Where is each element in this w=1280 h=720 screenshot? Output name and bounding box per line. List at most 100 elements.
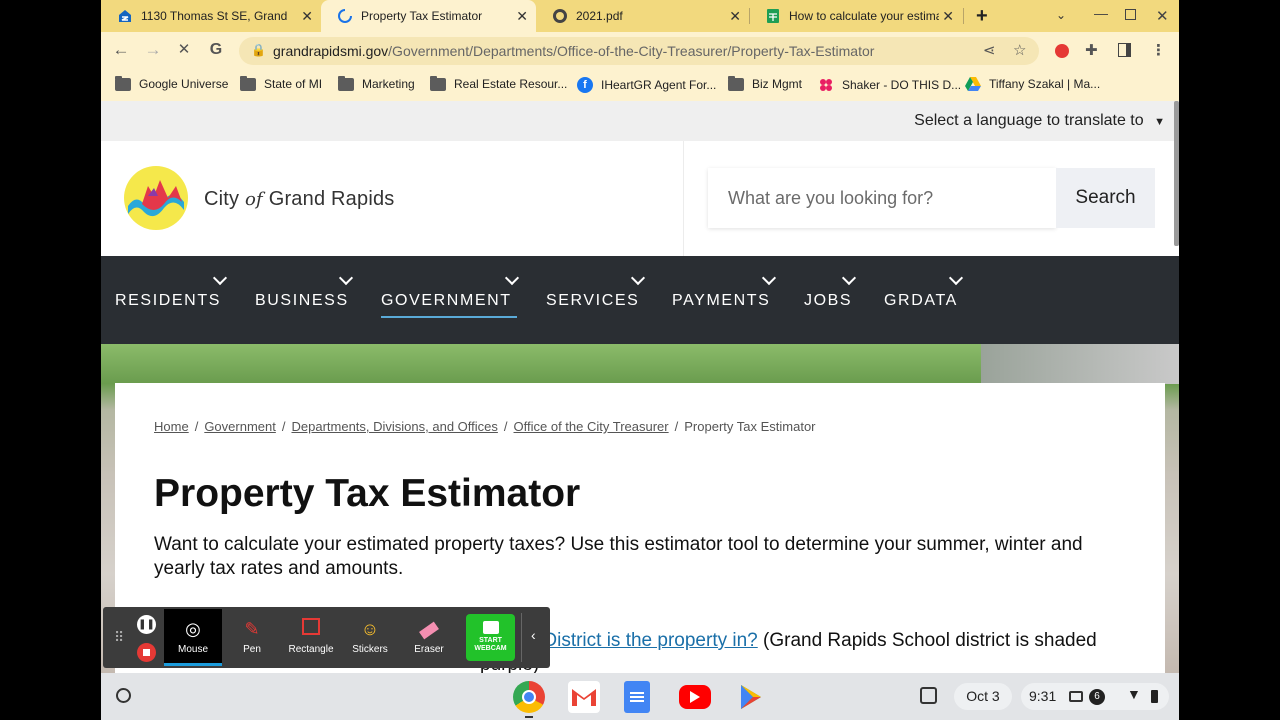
tool-label: Pen bbox=[243, 644, 261, 655]
folder-icon bbox=[240, 75, 256, 91]
tab-strip: 1130 Thomas St SE, Grand Ra ✕ Property T… bbox=[101, 0, 1179, 32]
language-select[interactable]: Select a language to translate to ▼ bbox=[914, 112, 1165, 130]
tool-pen[interactable]: ✎ Pen bbox=[223, 609, 281, 666]
bookmarks-bar: Google Universe State of MI Marketing Re… bbox=[101, 69, 1179, 101]
nav-grdata[interactable]: GRDATA bbox=[884, 292, 958, 310]
collapse-icon[interactable]: ‹ bbox=[531, 627, 536, 643]
close-icon[interactable]: ✕ bbox=[729, 8, 741, 25]
loading-icon bbox=[337, 8, 353, 24]
gmail-app-icon[interactable] bbox=[568, 681, 600, 713]
launcher-icon[interactable] bbox=[116, 688, 131, 703]
search-input[interactable] bbox=[708, 168, 1056, 228]
close-window-icon[interactable]: ✕ bbox=[1156, 7, 1169, 25]
tool-rectangle[interactable]: Rectangle bbox=[282, 609, 340, 666]
chevron-down-icon bbox=[761, 270, 777, 286]
extensions-icon[interactable]: ✚ bbox=[1085, 41, 1098, 59]
city-name[interactable]: City of Grand Rapids bbox=[204, 188, 395, 211]
status-tray[interactable]: 9:31 6 ▼ bbox=[1021, 683, 1169, 710]
docs-app-icon[interactable] bbox=[624, 681, 650, 713]
new-tab-icon[interactable]: + bbox=[976, 5, 988, 28]
nav-services[interactable]: SERVICES bbox=[546, 292, 639, 310]
breadcrumb-home[interactable]: Home bbox=[154, 419, 189, 434]
bookmark-tiffany[interactable]: Tiffany Szakal | Ma... bbox=[965, 77, 1100, 91]
bookmark-shaker[interactable]: Shaker - DO THIS D... bbox=[818, 77, 961, 93]
notification-count: 6 bbox=[1089, 689, 1105, 705]
menu-icon[interactable]: ⋮ bbox=[1151, 41, 1166, 59]
page-title: Property Tax Estimator bbox=[154, 472, 581, 515]
language-bar: Select a language to translate to ▼ bbox=[101, 101, 1179, 141]
bookmark-label: IHeartGR Agent For... bbox=[601, 78, 717, 92]
tab-zillow[interactable]: 1130 Thomas St SE, Grand Ra ✕ bbox=[101, 0, 321, 32]
address-bar[interactable]: 🔒 grandrapidsmi.gov/Government/Departmen… bbox=[239, 37, 1039, 65]
breadcrumb-separator: / bbox=[503, 419, 508, 434]
breadcrumb-government[interactable]: Government bbox=[204, 419, 276, 434]
web-page: Select a language to translate to ▼ City… bbox=[101, 101, 1179, 673]
tab-sheets[interactable]: How to calculate your estima ✕ bbox=[749, 0, 962, 32]
chevron-down-icon bbox=[212, 270, 228, 286]
close-icon[interactable]: ✕ bbox=[516, 8, 528, 25]
sheets-icon bbox=[765, 8, 781, 24]
minimize-icon[interactable]: — bbox=[1094, 5, 1108, 21]
page-intro: Want to calculate your estimated propert… bbox=[154, 534, 1083, 579]
nav-active-indicator bbox=[381, 316, 517, 318]
tab-search-icon[interactable]: ⌄ bbox=[1056, 8, 1066, 22]
bookmark-marketing[interactable]: Marketing bbox=[338, 75, 415, 91]
zillow-icon bbox=[117, 8, 133, 24]
scrollbar-thumb[interactable] bbox=[1174, 101, 1179, 246]
tab-property-tax[interactable]: Property Tax Estimator ✕ bbox=[321, 0, 536, 32]
extension-record-icon[interactable] bbox=[1055, 44, 1069, 58]
play-store-app-icon[interactable] bbox=[735, 681, 767, 713]
nav-jobs[interactable]: JOBS bbox=[804, 292, 852, 310]
share-icon[interactable]: ⋖ bbox=[983, 41, 996, 59]
drag-handle-icon[interactable]: ⠿ bbox=[114, 629, 124, 646]
bookmark-google-universe[interactable]: Google Universe bbox=[115, 75, 229, 91]
city-logo[interactable] bbox=[124, 166, 188, 230]
tool-mouse[interactable]: ◎ Mouse bbox=[164, 609, 222, 666]
bookmark-real-estate[interactable]: Real Estate Resour... bbox=[430, 75, 567, 91]
youtube-app-icon[interactable] bbox=[679, 685, 711, 709]
mouse-icon: ◎ bbox=[185, 619, 201, 639]
tab-pdf[interactable]: 2021.pdf ✕ bbox=[536, 0, 749, 32]
rectangle-icon bbox=[282, 618, 340, 640]
folder-icon bbox=[430, 75, 446, 91]
breadcrumb-separator: / bbox=[674, 419, 679, 434]
nav-residents[interactable]: RESIDENTS bbox=[115, 292, 221, 310]
battery-icon bbox=[1151, 690, 1158, 703]
date-display[interactable]: Oct 3 bbox=[954, 683, 1012, 710]
tool-stickers[interactable]: ☺ Stickers bbox=[341, 609, 399, 666]
webcam-icon bbox=[482, 621, 499, 634]
pen-icon: ✎ bbox=[244, 619, 260, 639]
bookmark-iheartgr[interactable]: f IHeartGR Agent For... bbox=[577, 77, 716, 93]
google-icon[interactable]: G bbox=[205, 40, 227, 60]
close-icon[interactable]: ✕ bbox=[942, 8, 954, 25]
forward-icon[interactable]: → bbox=[142, 40, 164, 60]
stop-loading-icon[interactable]: ✕ bbox=[173, 40, 195, 60]
breadcrumb-separator: / bbox=[194, 419, 199, 434]
star-icon[interactable]: ☆ bbox=[1013, 41, 1026, 59]
nav-government[interactable]: GOVERNMENT bbox=[381, 292, 512, 310]
stop-icon[interactable] bbox=[137, 643, 156, 662]
bookmark-label: Google Universe bbox=[139, 77, 229, 91]
bookmark-label: State of MI bbox=[264, 77, 323, 91]
nav-payments[interactable]: PAYMENTS bbox=[672, 292, 770, 310]
pdf-icon bbox=[552, 8, 568, 24]
back-icon[interactable]: ← bbox=[110, 40, 132, 60]
breadcrumb-treasurer[interactable]: Office of the City Treasurer bbox=[514, 419, 669, 434]
close-icon[interactable]: ✕ bbox=[301, 8, 313, 25]
search-button[interactable]: Search bbox=[1056, 168, 1155, 228]
pause-icon[interactable]: ❚❚ bbox=[137, 615, 156, 634]
chrome-app-icon[interactable] bbox=[513, 681, 545, 713]
tool-eraser[interactable]: Eraser bbox=[400, 609, 458, 666]
running-indicator bbox=[525, 716, 533, 718]
bookmark-label: Shaker - DO THIS D... bbox=[842, 78, 962, 92]
tool-label: Rectangle bbox=[288, 644, 334, 655]
bookmark-state-of-mi[interactable]: State of MI bbox=[240, 75, 323, 91]
restore-icon[interactable] bbox=[1125, 9, 1136, 20]
bookmark-biz-mgmt[interactable]: Biz Mgmt bbox=[728, 75, 802, 91]
tote-icon[interactable] bbox=[920, 687, 937, 704]
side-panel-icon[interactable] bbox=[1118, 43, 1131, 57]
start-webcam-button[interactable]: START WEBCAM bbox=[466, 614, 515, 661]
site-header: City of Grand Rapids Search bbox=[101, 141, 1179, 256]
breadcrumb-departments[interactable]: Departments, Divisions, and Offices bbox=[291, 419, 497, 434]
nav-business[interactable]: BUSINESS bbox=[255, 292, 349, 310]
